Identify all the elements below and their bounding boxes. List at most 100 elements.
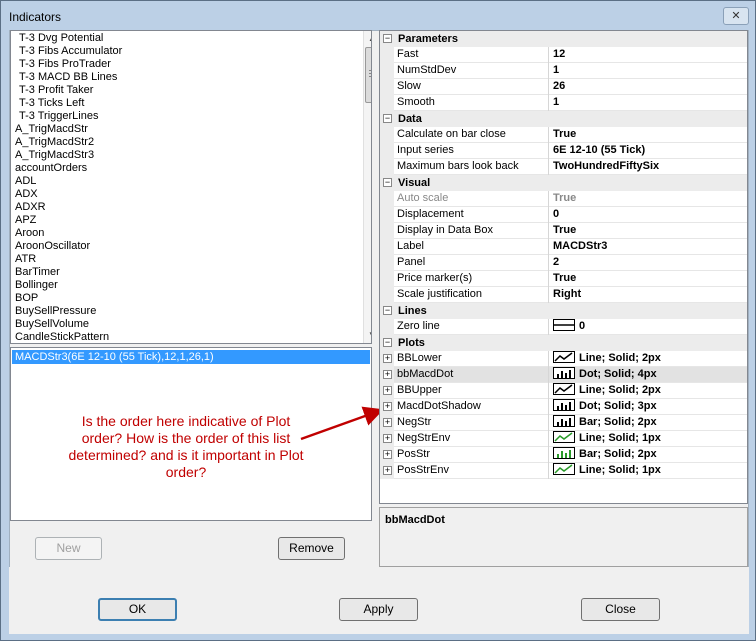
- collapse-icon[interactable]: −: [383, 338, 392, 347]
- property-value[interactable]: True: [550, 127, 747, 143]
- property-row-calculate-on-bar-close[interactable]: Calculate on bar close True: [380, 127, 747, 143]
- property-row-negstr[interactable]: + NegStr Bar; Solid; 2px: [380, 415, 747, 431]
- expand-icon[interactable]: +: [383, 418, 392, 427]
- property-row-bbmacddot[interactable]: + bbMacdDot Dot; Solid; 4px: [380, 367, 747, 383]
- scroll-up-icon[interactable]: ▲: [364, 31, 371, 47]
- title-bar[interactable]: Indicators ✕: [1, 1, 755, 31]
- indicator-list-item[interactable]: AroonOscillator: [15, 240, 90, 253]
- property-row-numstddev[interactable]: NumStdDev 1: [380, 63, 747, 79]
- expand-icon[interactable]: +: [383, 354, 392, 363]
- indicator-list-item[interactable]: T-3 TriggerLines: [19, 110, 98, 123]
- property-row-label[interactable]: Label MACDStr3: [380, 239, 747, 255]
- indicator-list-item[interactable]: A_TrigMacdStr2: [15, 136, 94, 149]
- new-button[interactable]: New: [35, 537, 102, 560]
- indicator-list-item[interactable]: APZ: [15, 214, 36, 227]
- category-parameters[interactable]: − Parameters: [380, 31, 747, 47]
- property-row-slow[interactable]: Slow 26: [380, 79, 747, 95]
- indicator-list-item[interactable]: T-3 MACD BB Lines: [19, 71, 117, 84]
- property-row-display-in-data-box[interactable]: Display in Data Box True: [380, 223, 747, 239]
- property-value[interactable]: 1: [550, 95, 747, 111]
- property-row-posstr[interactable]: + PosStr Bar; Solid; 2px: [380, 447, 747, 463]
- property-value[interactable]: Line; Solid; 1px: [550, 431, 747, 447]
- indicator-list[interactable]: T-3 Dvg Potential T-3 Fibs Accumulator T-3…: [10, 30, 372, 344]
- property-value[interactable]: Dot; Solid; 4px: [550, 367, 747, 383]
- property-row-posstrenv[interactable]: + PosStrEnv Line; Solid; 1px: [380, 463, 747, 479]
- ok-button[interactable]: OK: [98, 598, 177, 621]
- remove-button[interactable]: Remove: [278, 537, 345, 560]
- property-row-negstrenv[interactable]: + NegStrEnv Line; Solid; 1px: [380, 431, 747, 447]
- property-row-macddotshadow[interactable]: + MacdDotShadow Dot; Solid; 3px: [380, 399, 747, 415]
- expand-icon[interactable]: +: [383, 466, 392, 475]
- indicator-list-item[interactable]: ADX: [15, 188, 38, 201]
- property-row-zero-line[interactable]: Zero line 0: [380, 319, 747, 335]
- property-value[interactable]: MACDStr3: [550, 239, 747, 255]
- indicator-list-item[interactable]: BuySellVolume: [15, 318, 89, 331]
- property-row-input-series[interactable]: Input series 6E 12-10 (55 Tick): [380, 143, 747, 159]
- indicator-list-item[interactable]: ADL: [15, 175, 36, 188]
- property-value[interactable]: True: [550, 191, 747, 207]
- close-button[interactable]: Close: [581, 598, 660, 621]
- expand-icon[interactable]: +: [383, 434, 392, 443]
- collapse-icon[interactable]: −: [383, 114, 392, 123]
- indicator-list-item[interactable]: T-3 Profit Taker: [19, 84, 93, 97]
- property-value[interactable]: TwoHundredFiftySix: [550, 159, 747, 175]
- close-window-icon[interactable]: ✕: [723, 7, 749, 25]
- property-row-smooth[interactable]: Smooth 1: [380, 95, 747, 111]
- indicator-list-item[interactable]: Bollinger: [15, 279, 58, 292]
- indicator-list-item[interactable]: A_TrigMacdStr3: [15, 149, 94, 162]
- indicator-list-item[interactable]: BuySellPressure: [15, 305, 96, 318]
- selected-indicator-item[interactable]: MACDStr3(6E 12-10 (55 Tick),12,1,26,1): [12, 350, 370, 364]
- property-value[interactable]: Line; Solid; 2px: [550, 383, 747, 399]
- category-plots[interactable]: − Plots: [380, 335, 747, 351]
- indicator-list-item[interactable]: A_TrigMacdStr: [15, 123, 88, 136]
- category-visual[interactable]: − Visual: [380, 175, 747, 191]
- category-data[interactable]: − Data: [380, 111, 747, 127]
- expand-icon[interactable]: +: [383, 386, 392, 395]
- indicator-list-item[interactable]: T-3 Fibs ProTrader: [19, 58, 111, 71]
- indicator-list-item[interactable]: T-3 Fibs Accumulator: [19, 45, 122, 58]
- property-row-bbupper[interactable]: + BBUpper Line; Solid; 2px: [380, 383, 747, 399]
- property-value[interactable]: 1: [550, 63, 747, 79]
- scroll-thumb[interactable]: [365, 47, 371, 103]
- property-value[interactable]: True: [550, 271, 747, 287]
- property-value[interactable]: 6E 12-10 (55 Tick): [550, 143, 747, 159]
- property-value[interactable]: 0: [550, 319, 747, 335]
- indicator-list-item[interactable]: Aroon: [15, 227, 44, 240]
- property-grid[interactable]: − Parameters Fast 12 NumStdDev 1 Slow 26 Smooth 1…: [379, 30, 748, 504]
- category-lines[interactable]: − Lines: [380, 303, 747, 319]
- property-value[interactable]: Line; Solid; 1px: [550, 463, 747, 479]
- property-row-panel[interactable]: Panel 2: [380, 255, 747, 271]
- collapse-icon[interactable]: −: [383, 34, 392, 43]
- apply-button[interactable]: Apply: [339, 598, 418, 621]
- indicator-list-item[interactable]: T-3 Ticks Left: [19, 97, 84, 110]
- indicator-list-item[interactable]: T-3 Dvg Potential: [19, 32, 103, 45]
- indicator-list-item[interactable]: ADXR: [15, 201, 46, 214]
- collapse-icon[interactable]: −: [383, 306, 392, 315]
- property-row-auto-scale[interactable]: Auto scale True: [380, 191, 747, 207]
- property-row-bblower[interactable]: + BBLower Line; Solid; 2px: [380, 351, 747, 367]
- expand-icon[interactable]: +: [383, 450, 392, 459]
- property-value[interactable]: Right: [550, 287, 747, 303]
- property-value[interactable]: Bar; Solid; 2px: [550, 447, 747, 463]
- property-value[interactable]: True: [550, 223, 747, 239]
- property-value[interactable]: Dot; Solid; 3px: [550, 399, 747, 415]
- property-row-maximum-bars-look-back[interactable]: Maximum bars look back TwoHundredFiftySix: [380, 159, 747, 175]
- property-value[interactable]: 12: [550, 47, 747, 63]
- expand-icon[interactable]: +: [383, 402, 392, 411]
- indicator-list-item[interactable]: accountOrders: [15, 162, 87, 175]
- indicator-list-scrollbar[interactable]: ▲ ▼: [363, 31, 371, 343]
- property-row-price-marker-s[interactable]: Price marker(s) True: [380, 271, 747, 287]
- indicator-list-item[interactable]: ATR: [15, 253, 36, 266]
- indicator-list-item[interactable]: BOP: [15, 292, 38, 305]
- property-value[interactable]: 2: [550, 255, 747, 271]
- property-value[interactable]: 0: [550, 207, 747, 223]
- indicator-list-item[interactable]: BarTimer: [15, 266, 60, 279]
- property-value[interactable]: 26: [550, 79, 747, 95]
- property-row-displacement[interactable]: Displacement 0: [380, 207, 747, 223]
- expand-icon[interactable]: +: [383, 370, 392, 379]
- property-row-fast[interactable]: Fast 12: [380, 47, 747, 63]
- scroll-down-icon[interactable]: ▼: [364, 327, 371, 343]
- property-value[interactable]: Line; Solid; 2px: [550, 351, 747, 367]
- indicator-list-item[interactable]: CandleStickPattern: [15, 331, 109, 343]
- property-value[interactable]: Bar; Solid; 2px: [550, 415, 747, 431]
